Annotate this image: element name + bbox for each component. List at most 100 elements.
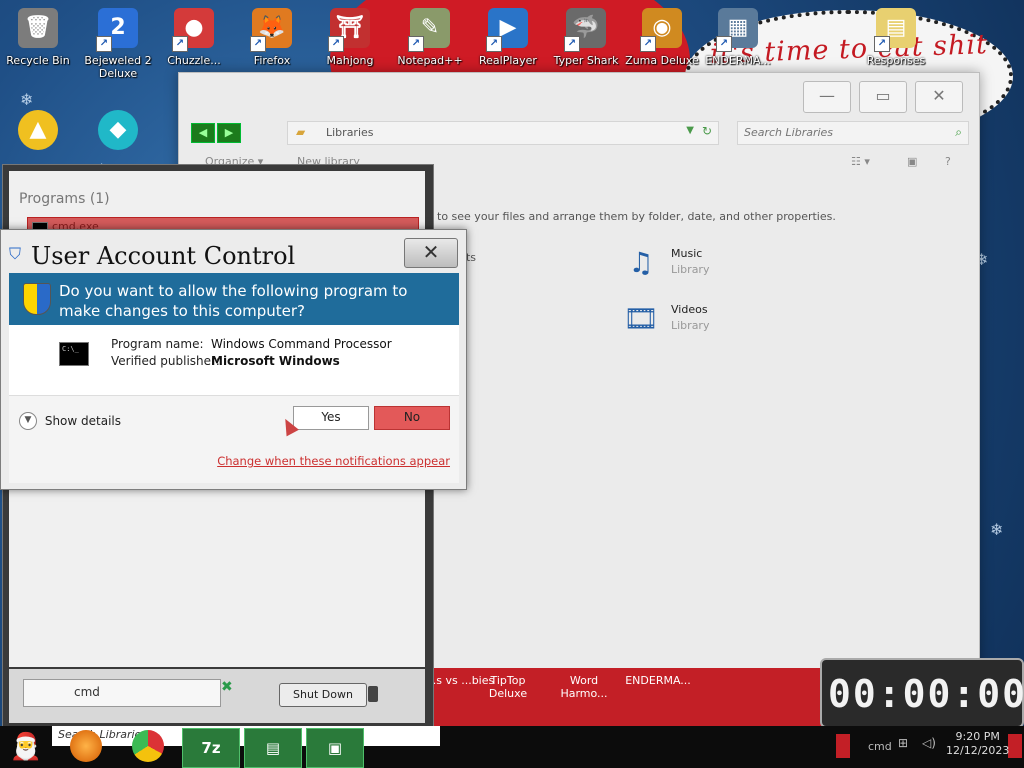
- library-music[interactable]: ♫ Music Library: [619, 241, 779, 287]
- change-notifications-link[interactable]: Change when these notifications appear: [217, 454, 450, 468]
- uac-footer: Change when these notifications appear: [9, 445, 459, 483]
- tray-marker: [1008, 734, 1022, 758]
- timer-widget: 00:00:00: [820, 658, 1024, 728]
- address-bar[interactable]: ▰ Libraries ▼ ↻: [287, 121, 719, 145]
- pinned-shortcut[interactable]: Word Harmo...: [549, 674, 619, 700]
- start-search-input[interactable]: cmd: [23, 679, 221, 707]
- explorer-search-box[interactable]: ⌕: [737, 121, 969, 145]
- minimize-icon: —: [819, 86, 835, 105]
- libraries-description: y to see your files and arrange them by …: [427, 210, 836, 223]
- start-button[interactable]: 🎅: [6, 726, 46, 768]
- desktop-app-icon: ▦ ↗: [716, 8, 758, 52]
- desktop-icon-label: Chuzzle...: [167, 54, 221, 67]
- desktop-app-icon: ◉ ↗: [640, 8, 682, 52]
- pinned-shortcut[interactable]: TipTop Deluxe: [473, 674, 543, 700]
- desktop-app-icon: ▤ ↗: [874, 8, 916, 52]
- view-options-icon[interactable]: ☷ ▾: [851, 155, 870, 168]
- desktop-icon[interactable]: ✎ ↗ Notepad++: [392, 8, 468, 67]
- forward-button[interactable]: ▶: [217, 123, 241, 143]
- back-button[interactable]: ◀: [191, 123, 215, 143]
- shortcut-arrow-icon: ↗: [250, 36, 266, 52]
- dropdown-arrow-icon[interactable]: ▼: [686, 125, 694, 136]
- volume-icon[interactable]: ◁): [922, 736, 936, 750]
- shortcut-arrow-icon: ↗: [172, 36, 188, 52]
- clock-date: 12/12/2023: [946, 744, 1010, 757]
- desktop-app-icon: 🦊 ↗: [250, 8, 292, 52]
- help-icon[interactable]: ?: [945, 155, 951, 168]
- network-icon[interactable]: ⊞: [898, 736, 908, 750]
- close-icon: ✕: [932, 86, 946, 105]
- desktop-icon[interactable]: ▤ ↗ Responses: [858, 8, 934, 67]
- desktop-icon-label: Responses: [866, 54, 926, 67]
- refresh-icon[interactable]: ↻: [702, 124, 712, 138]
- desktop-icon[interactable]: ◉ ↗ Zuma Deluxe: [624, 8, 700, 67]
- firefox-taskbar-icon[interactable]: [70, 730, 102, 762]
- program-name-label: Program name:: [111, 337, 204, 351]
- terminal-icon: ▣: [327, 739, 343, 757]
- explorer-taskbar-button[interactable]: ▤: [244, 728, 302, 768]
- maximize-button[interactable]: ▭: [859, 81, 907, 113]
- shutdown-label: Shut Down: [293, 688, 353, 701]
- desktop-icon[interactable]: 🦊 ↗ Firefox: [234, 8, 310, 67]
- library-name: Music: [671, 247, 703, 260]
- santa-start-icon: 🎅: [9, 732, 43, 762]
- publisher-value: Microsoft Windows: [211, 354, 340, 368]
- timer-display: 00:00:00: [828, 672, 1024, 716]
- 7zip-taskbar-button[interactable]: 7z: [182, 728, 240, 768]
- desktop-icon-label: Firefox: [253, 54, 291, 67]
- shutdown-button[interactable]: Shut Down: [279, 683, 378, 707]
- snowflake-decoration: ❄: [990, 520, 1004, 539]
- desktop-icon[interactable]: ◆: [80, 110, 156, 150]
- yes-button[interactable]: Yes: [293, 406, 369, 430]
- tray-marker: [836, 734, 850, 758]
- cmd-taskbar-button[interactable]: ▣: [306, 728, 364, 768]
- library-type: Library: [671, 263, 710, 276]
- publisher-label: Verified publisher:: [111, 354, 220, 368]
- libraries-folder-icon: ▰: [296, 125, 306, 139]
- uac-close-button[interactable]: ✕: [404, 238, 458, 268]
- show-details-label: Show details: [44, 414, 121, 428]
- desktop-app-icon: ▲: [18, 110, 58, 150]
- forward-arrow-icon: ▶: [224, 126, 234, 139]
- desktop-icon[interactable]: 🦈 ↗ Typer Shark: [548, 8, 624, 67]
- desktop-icon[interactable]: ▲: [0, 110, 76, 150]
- desktop-app-icon: 🦈 ↗: [564, 8, 606, 52]
- shortcut-arrow-icon: ↗: [640, 36, 656, 52]
- minimize-button[interactable]: —: [803, 81, 851, 113]
- start-search-value: cmd: [74, 685, 100, 699]
- uac-question: Do you want to allow the following progr…: [59, 282, 408, 320]
- shutdown-options-icon[interactable]: [368, 686, 378, 702]
- chrome-taskbar-icon[interactable]: [132, 730, 164, 762]
- shortcut-arrow-icon: ↗: [874, 36, 890, 52]
- preview-pane-icon[interactable]: ▣: [907, 155, 917, 168]
- desktop-icon[interactable]: ⛩ ↗ Mahjong: [312, 8, 388, 67]
- tray-clock[interactable]: 9:20 PM 12/12/2023: [946, 730, 1009, 758]
- clear-search-icon[interactable]: ✖: [221, 679, 233, 695]
- show-details-button[interactable]: ▼ Show details: [19, 412, 121, 430]
- uac-banner: Do you want to allow the following progr…: [9, 273, 459, 325]
- shortcut-arrow-icon: ↗: [486, 36, 502, 52]
- explorer-titlebar[interactable]: — ▭ ✕: [179, 73, 979, 123]
- library-videos[interactable]: 🎞 Videos Library: [619, 297, 779, 343]
- uac-shield-icon: [23, 283, 51, 315]
- desktop-icon-label: Bejeweled 2 Deluxe: [84, 54, 152, 80]
- videos-library-icon: 🎞: [623, 302, 659, 335]
- explorer-search-input[interactable]: [738, 122, 940, 143]
- desktop-icon-label: Typer Shark: [553, 54, 619, 67]
- uac-title-shield-icon: ⛉: [9, 244, 22, 263]
- shortcut-arrow-icon: ↗: [408, 36, 424, 52]
- desktop-icon[interactable]: ▦ ↗ ENDERMA...: [700, 8, 776, 67]
- desktop-icon[interactable]: 2 ↗ Bejeweled 2 Deluxe: [80, 8, 156, 80]
- close-icon: ✕: [422, 240, 440, 264]
- chevron-down-icon: ▼: [19, 412, 37, 430]
- programs-heading: Programs (1): [19, 191, 110, 207]
- pinned-shortcut[interactable]: ENDERMA...: [623, 674, 693, 687]
- uac-actions: ▼ Show details Yes No: [9, 395, 459, 446]
- search-icon: ⌕: [955, 125, 962, 139]
- close-button[interactable]: ✕: [915, 81, 963, 113]
- no-button[interactable]: No: [374, 406, 450, 430]
- desktop-icon[interactable]: ● ↗ Chuzzle...: [156, 8, 232, 67]
- desktop-icon[interactable]: ▶ ↗ RealPlayer: [470, 8, 546, 67]
- shortcut-arrow-icon: ↗: [96, 36, 112, 52]
- desktop-icon[interactable]: 🗑 Recycle Bin: [0, 8, 76, 67]
